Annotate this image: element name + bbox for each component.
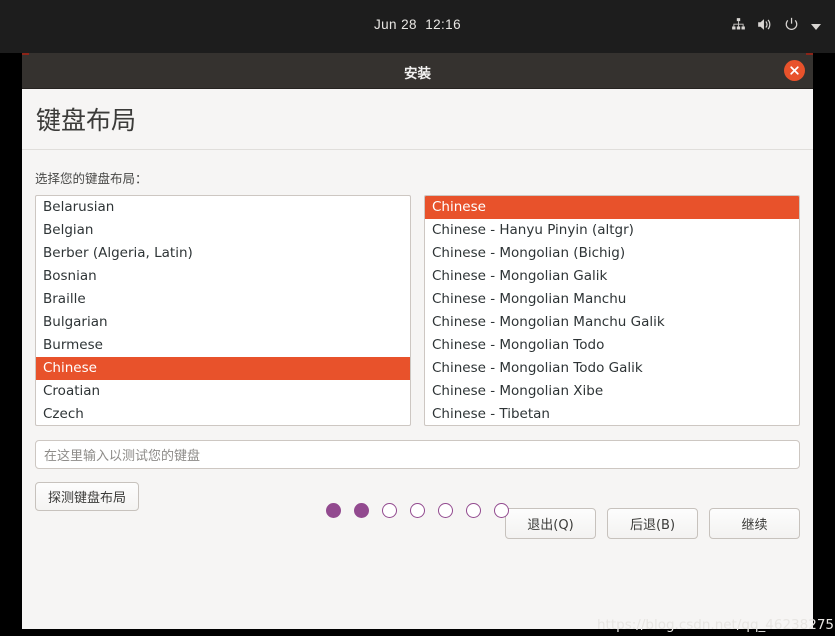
keyboard-variant-list[interactable]: Chinese Chinese - Hanyu Pinyin (altgr) Chi…	[424, 195, 800, 426]
desktop-screen: Jun 28 12:16 安装 键盘布局 选择您的键盘布局： Belarusia…	[0, 0, 835, 636]
keyboard-selection-row: Belarusian Belgian Berber (Algeria, Latin)…	[35, 195, 800, 426]
window-titlebar: 安装	[22, 53, 813, 89]
progress-dot	[466, 503, 481, 518]
keyboard-variant-item[interactable]: Chinese - Mongolian Todo	[425, 334, 799, 357]
power-icon[interactable]	[784, 17, 799, 37]
keyboard-variant-item[interactable]: Chinese - Mongolian Xibe	[425, 380, 799, 403]
window-title: 安装	[404, 66, 431, 81]
progress-dot	[494, 503, 509, 518]
page-header: 键盘布局	[22, 89, 813, 150]
page-title: 键盘布局	[36, 106, 137, 135]
window-corner-artifact-left	[22, 53, 29, 55]
progress-dot	[438, 503, 453, 518]
keyboard-layout-item[interactable]: Bosnian	[36, 265, 410, 288]
keyboard-variant-item[interactable]: Chinese - Mongolian Todo Galik	[425, 357, 799, 380]
keyboard-variant-item[interactable]: Chinese	[425, 196, 799, 219]
progress-dot	[382, 503, 397, 518]
gnome-top-bar: Jun 28 12:16	[0, 0, 835, 53]
window-corner-artifact-right	[806, 53, 813, 55]
keyboard-variant-item[interactable]: Chinese - Mongolian Galik	[425, 265, 799, 288]
keyboard-layout-item[interactable]: Chinese	[36, 357, 410, 380]
progress-dot	[410, 503, 425, 518]
installer-window: 安装 键盘布局 选择您的键盘布局： Belarusian Belgian Berbe…	[22, 53, 813, 629]
keyboard-layout-item[interactable]: Belarusian	[36, 196, 410, 219]
chevron-down-icon[interactable]	[811, 23, 821, 30]
keyboard-layout-item[interactable]: Braille	[36, 288, 410, 311]
progress-dots	[22, 503, 813, 518]
volume-icon[interactable]	[757, 17, 773, 37]
keyboard-variant-item[interactable]: Chinese - Hanyu Pinyin (altgr)	[425, 219, 799, 242]
keyboard-layout-list[interactable]: Belarusian Belgian Berber (Algeria, Latin)…	[35, 195, 411, 426]
keyboard-layout-item[interactable]: Burmese	[36, 334, 410, 357]
keyboard-layout-item[interactable]: Czech	[36, 403, 410, 425]
keyboard-variant-item[interactable]: Chinese - Mongolian Manchu Galik	[425, 311, 799, 334]
keyboard-test-placeholder: 在这里输入以测试您的键盘	[44, 449, 201, 464]
progress-dot	[326, 503, 341, 518]
keyboard-test-input[interactable]: 在这里输入以测试您的键盘	[35, 440, 800, 469]
keyboard-layout-item[interactable]: Berber (Algeria, Latin)	[36, 242, 410, 265]
close-icon[interactable]	[784, 60, 805, 81]
field-label: 选择您的键盘布局：	[35, 171, 148, 186]
keyboard-layout-item[interactable]: Belgian	[36, 219, 410, 242]
network-wired-icon[interactable]	[731, 17, 746, 37]
keyboard-layout-item[interactable]: Bulgarian	[36, 311, 410, 334]
system-tray	[731, 17, 821, 37]
keyboard-variant-item[interactable]: Chinese - Tibetan	[425, 403, 799, 425]
clock[interactable]: Jun 28 12:16	[0, 17, 835, 32]
progress-dot	[354, 503, 369, 518]
keyboard-layout-item[interactable]: Croatian	[36, 380, 410, 403]
page-body: 选择您的键盘布局： Belarusian Belgian Berber (Alger…	[22, 150, 813, 539]
keyboard-variant-item[interactable]: Chinese - Mongolian (Bichig)	[425, 242, 799, 265]
keyboard-variant-item[interactable]: Chinese - Mongolian Manchu	[425, 288, 799, 311]
